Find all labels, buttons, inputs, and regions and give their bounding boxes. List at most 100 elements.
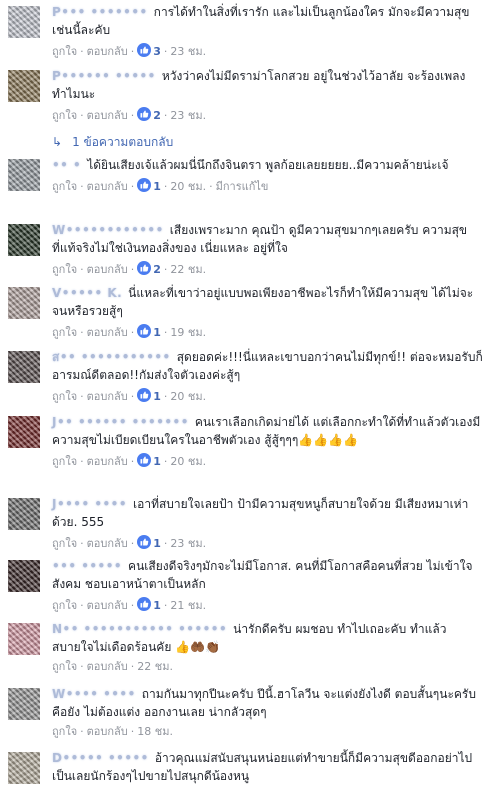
comment-timestamp[interactable]: 20 ชม. [170,390,206,403]
comment-author[interactable]: N•• ••••••••••• •••••• [52,622,227,636]
avatar[interactable] [8,752,40,784]
separator: · [163,180,168,193]
edited-label[interactable]: มีการแก้ไข [216,180,269,193]
like-link[interactable]: ถูกใจ [52,109,77,122]
reply-link[interactable]: ตอบกลับ [87,537,128,550]
comment-timestamp[interactable]: 20 ชม. [170,180,206,193]
reply-link[interactable]: ตอบกลับ [87,660,128,673]
like-count: 1 [153,455,161,468]
like-link[interactable]: ถูกใจ [52,725,77,738]
like-badge[interactable] [137,453,152,471]
like-link[interactable]: ถูกใจ [52,599,77,612]
comment-text: ส•• ••••••••••• สุดยอดค่ะ!!!นี่แหละเขาบอก… [52,348,488,384]
comment-body: V••••• K. นี่แหละที่เขาว่าอยู่แบบพอเพียงอ… [52,284,488,342]
comment-author[interactable]: V••••• K. [52,286,122,300]
like-reaction-icon [137,453,152,467]
like-link[interactable]: ถูกใจ [52,326,77,339]
separator: · [80,263,84,276]
comment-author[interactable]: J•••• •••• [52,497,127,511]
avatar[interactable] [8,498,40,530]
reply-link[interactable]: ตอบกลับ [87,263,128,276]
reply-link[interactable]: ตอบกลับ [87,180,128,193]
comment-body: P•••••• ••••• หวังว่าคงไม่มีดราม่าโลกสวย … [52,67,488,125]
like-link[interactable]: ถูกใจ [52,660,77,673]
like-badge[interactable] [137,388,152,406]
like-link[interactable]: ถูกใจ [52,263,77,276]
like-reaction-icon [137,535,152,549]
comment-feed: P••• ••••••• การได้ทำในสิ่งที่เรารัก และไ… [0,0,496,794]
separator: · [130,660,135,673]
comment-meta: ถูกใจ · ตอบกลับ · 3 · 23 ชม. [52,43,488,61]
comment-timestamp[interactable]: 23 ชม. [170,45,206,58]
comment-timestamp[interactable]: 22 ชม. [137,660,173,673]
like-link[interactable]: ถูกใจ [52,45,77,58]
like-count: 3 [153,45,161,58]
reply-link[interactable]: ตอบกลับ [87,725,128,738]
comment-meta: ถูกใจ · ตอบกลับ · 1 · 20 ชม. · มีการแก้ไข [52,178,488,196]
separator: · [163,326,168,339]
like-reaction-icon [137,178,152,192]
comment-author[interactable]: ส•• ••••••••••• [52,350,171,364]
separator: · [80,180,84,193]
comment-author[interactable]: P•••••• ••••• [52,69,156,83]
like-link[interactable]: ถูกใจ [52,390,77,403]
reply-link[interactable]: ตอบกลับ [87,109,128,122]
view-replies-link[interactable]: ↳ 1 ข้อความตอบกลับ [52,133,173,152]
comment-body: P••• ••••••• การได้ทำในสิ่งที่เรารัก และไ… [52,3,488,61]
comment-timestamp[interactable]: 18 ชม. [137,725,173,738]
comment-meta: ถูกใจ · ตอบกลับ · 2 · 22 ชม. [52,261,488,279]
separator: · [163,109,168,122]
view-replies-label: 1 ข้อความตอบกลับ [72,135,174,149]
like-reaction-icon [137,597,152,611]
avatar[interactable] [8,351,40,383]
comment-author[interactable]: ••• ••••• [52,559,122,573]
comment-body: W•••• •••• ถามกันมาทุกปีนะครับ ปีนี้.ฮาโล… [52,685,488,739]
avatar[interactable] [8,224,40,256]
comment-author[interactable]: J•• •••••• ••••••• [52,415,189,429]
comment-body: J•••• •••• เอาที่สบายใจเลยป้า ป้ามีความสุ… [52,495,488,553]
like-badge[interactable] [137,261,152,279]
comment-author[interactable]: •• • [52,158,81,172]
comment-meta: ถูกใจ · ตอบกลับ · 1 · 20 ชม. [52,453,488,471]
avatar[interactable] [8,623,40,655]
comment-author[interactable]: D••••• ••••• [52,751,149,765]
comment-timestamp[interactable]: 23 ชม. [170,537,206,550]
like-reaction-icon [137,324,152,338]
comment-text: W•••••••••••• เสียงเพราะมาก คุณป้า ดูมีคว… [52,221,488,257]
comment-timestamp[interactable]: 19 ชม. [170,326,206,339]
avatar[interactable] [8,287,40,319]
like-badge[interactable] [137,597,152,615]
like-badge[interactable] [137,324,152,342]
reply-link[interactable]: ตอบกลับ [87,326,128,339]
comment-text: N•• ••••••••••• •••••• น่ารักดีครับ ผมชอบ… [52,620,488,656]
reply-link[interactable]: ตอบกลับ [87,45,128,58]
comment-timestamp[interactable]: 20 ชม. [170,455,206,468]
avatar[interactable] [8,159,40,191]
reply-link[interactable]: ตอบกลับ [87,455,128,468]
comment-timestamp[interactable]: 21 ชม. [170,599,206,612]
reply-link[interactable]: ตอบกลับ [87,599,128,612]
reply-arrow-icon: ↳ [52,135,63,149]
separator: · [163,263,168,276]
avatar[interactable] [8,70,40,102]
like-link[interactable]: ถูกใจ [52,180,77,193]
comment-author[interactable]: P••• ••••••• [52,5,148,19]
comment-author[interactable]: W•••• •••• [52,687,136,701]
like-badge[interactable] [137,535,152,553]
avatar[interactable] [8,560,40,592]
avatar[interactable] [8,6,40,38]
avatar[interactable] [8,688,40,720]
like-badge[interactable] [137,107,152,125]
comment-text: J•• •••••• ••••••• คนเราเลือกเกิดม่าย่ได้… [52,413,488,449]
like-count: 1 [153,326,161,339]
comment-text: V••••• K. นี่แหละที่เขาว่าอยู่แบบพอเพียงอ… [52,284,488,320]
comment-author[interactable]: W•••••••••••• [52,223,164,237]
reply-link[interactable]: ตอบกลับ [87,390,128,403]
avatar[interactable] [8,416,40,448]
like-link[interactable]: ถูกใจ [52,537,77,550]
like-badge[interactable] [137,43,152,61]
comment-timestamp[interactable]: 22 ชม. [170,263,206,276]
comment-timestamp[interactable]: 23 ชม. [170,109,206,122]
like-link[interactable]: ถูกใจ [52,455,77,468]
like-badge[interactable] [137,178,152,196]
